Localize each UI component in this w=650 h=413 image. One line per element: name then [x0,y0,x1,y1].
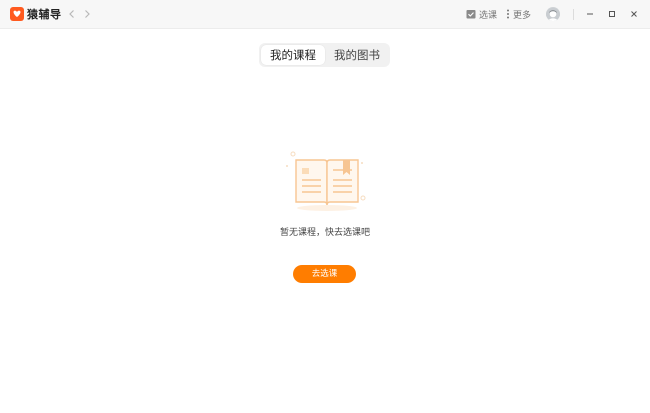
open-book-icon [286,151,366,211]
maximize-icon[interactable] [606,8,618,20]
app-title: 猿辅导 [27,8,62,21]
go-select-course-button[interactable]: 去选课 [293,265,356,283]
back-arrow-icon[interactable] [67,9,77,19]
close-icon[interactable] [628,8,640,20]
user-avatar-icon[interactable] [546,7,560,21]
more-button[interactable]: 更多 [506,6,531,22]
tab-my-books[interactable]: 我的图书 [327,45,387,65]
tab-my-courses[interactable]: 我的课程 [261,45,325,65]
more-label: 更多 [513,10,532,21]
minimize-icon[interactable] [584,8,596,20]
select-course-button[interactable]: 选课 [466,6,497,22]
course-book-tabs: 我的课程 我的图书 [259,43,390,67]
forward-arrow-icon[interactable] [82,9,92,19]
title-bar: 猿辅导 选课 更多 [0,0,650,29]
empty-state-message: 暂无课程，快去选课吧 [279,228,370,238]
select-course-label: 选课 [479,10,498,21]
calendar-check-icon [466,10,476,19]
logo-icon [10,7,24,21]
toolbar-separator [573,9,574,20]
more-dots-icon [507,9,509,19]
